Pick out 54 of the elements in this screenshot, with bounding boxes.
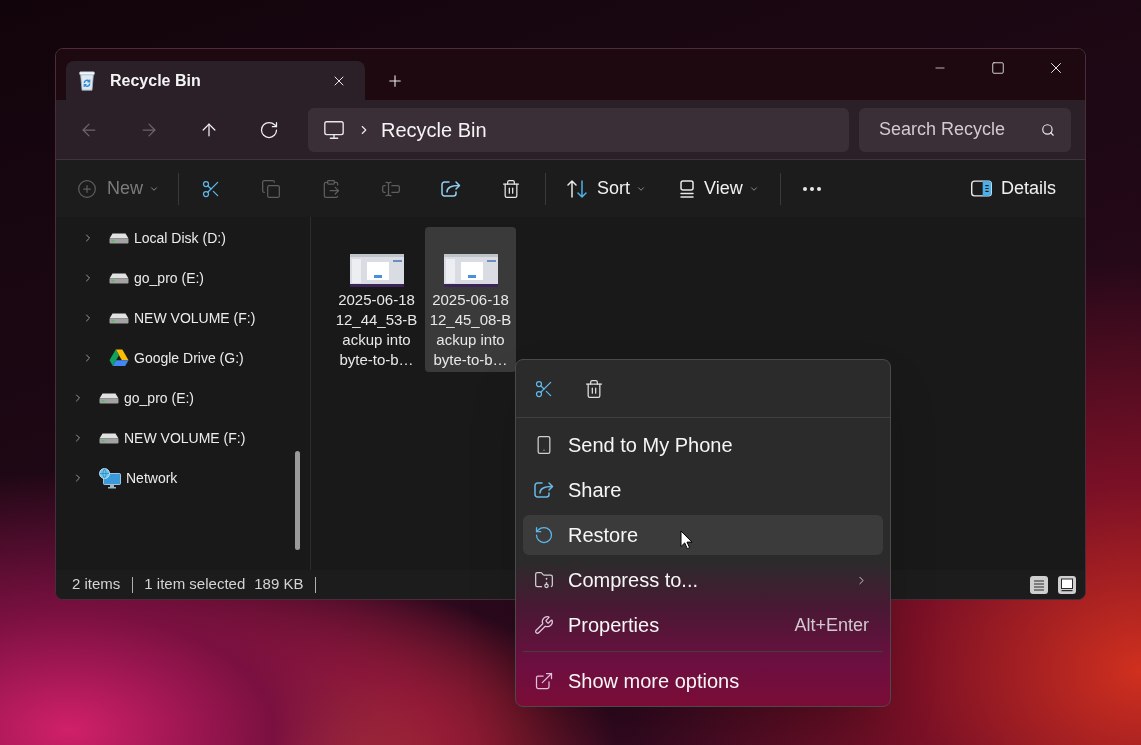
tree-item[interactable]: go_pro (E:) (56, 378, 295, 418)
drive-icon (99, 392, 119, 404)
screen-lines-icon (680, 179, 695, 198)
network-computer-icon (99, 467, 121, 489)
size-text: 189 KB (254, 574, 304, 595)
view-button[interactable]: View (673, 168, 766, 209)
drive-icon (109, 312, 129, 324)
sort-button[interactable]: Sort (560, 168, 654, 209)
tree-item[interactable]: Google Drive (G:) (56, 338, 295, 378)
share-icon (534, 480, 554, 500)
menu-item[interactable]: Show more options (523, 661, 883, 701)
scrollbar-thumb[interactable] (295, 451, 300, 550)
tricolor-triangle-icon (109, 349, 129, 367)
recycle-bin-icon (79, 70, 95, 91)
details-button[interactable]: Details (963, 168, 1063, 209)
breadcrumb-item[interactable]: Recycle Bin (381, 114, 487, 145)
tree-item[interactable]: go_pro (E:) (56, 258, 295, 298)
square-arrow-out-icon (534, 671, 554, 691)
drive-icon (109, 272, 129, 284)
menu-item[interactable]: Compress to... (523, 560, 883, 600)
file-item[interactable]: 2025-06-18 12_44_53-B ackup into byte-to-b… (331, 227, 422, 372)
screenshot-thumbnail (443, 254, 498, 287)
monitor-icon (323, 118, 345, 141)
address-bar[interactable]: Recycle Bin (308, 107, 849, 152)
tab[interactable]: Recycle Bin (66, 61, 365, 100)
wrench-icon (534, 615, 554, 635)
file-item[interactable]: 2025-06-18 12_45_08-B ackup into byte-to-b… (425, 227, 516, 372)
maximize-icon (991, 61, 1005, 75)
drive-icon (109, 232, 129, 244)
side-panel-icon (970, 180, 992, 197)
tree-item[interactable]: Network (56, 458, 295, 498)
drive-icon (99, 432, 119, 444)
list-view-icon[interactable] (1030, 575, 1048, 594)
menu-item[interactable]: Properties Alt+Enter (523, 605, 883, 645)
menu-item[interactable]: Restore (523, 515, 883, 555)
menu-item[interactable]: Share (523, 470, 883, 510)
item-count-text: 2 items (72, 574, 121, 595)
tree-item[interactable]: NEW VOLUME (F:) (56, 298, 295, 338)
selection-text: 1 item selected (144, 574, 246, 595)
screenshot-thumbnail (349, 254, 404, 287)
menu-item[interactable]: Send to My Phone (523, 425, 883, 465)
tree-item[interactable]: NEW VOLUME (F:) (56, 418, 295, 458)
scissors-icon (534, 378, 554, 399)
search-field[interactable]: Search Recycle (859, 107, 1071, 152)
keyboard-shortcut: Alt+Enter (794, 613, 869, 637)
tile-view-icon[interactable] (1058, 575, 1076, 594)
search-icon[interactable] (1041, 122, 1055, 137)
up-down-arrows-icon (567, 179, 587, 198)
counterclockwise-arrow-icon (534, 525, 554, 545)
trash-icon (584, 378, 604, 399)
mouse-pointer-icon (680, 530, 693, 550)
plus-circle-icon (77, 178, 97, 199)
zipped-folder-icon (534, 570, 554, 590)
tree-item[interactable]: Local Disk (D:) (56, 218, 295, 258)
